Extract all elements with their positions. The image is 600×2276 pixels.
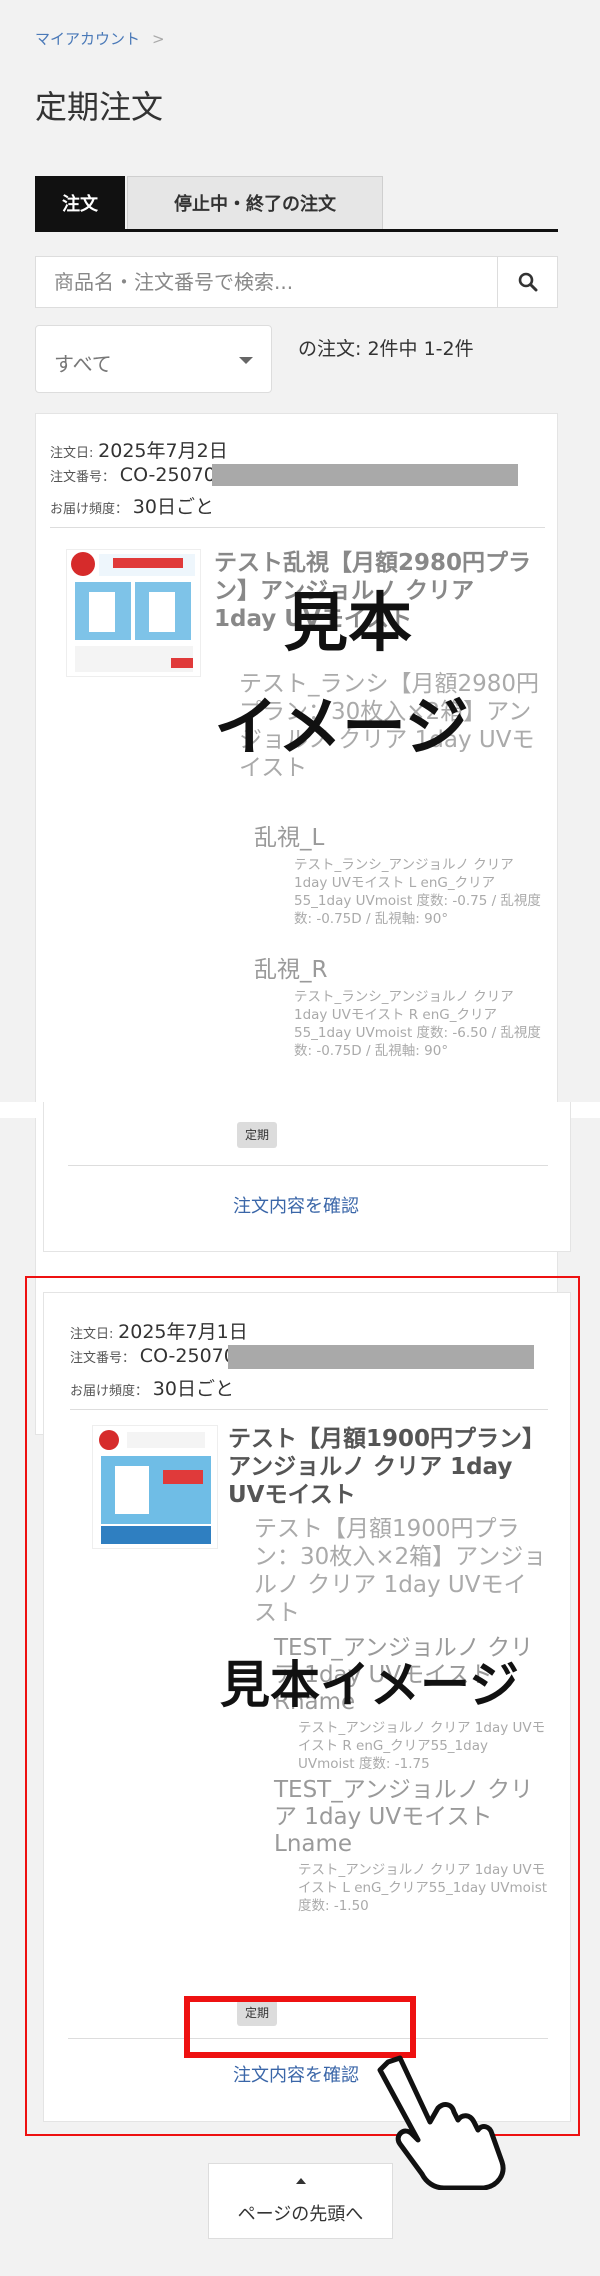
delivery-frequency-label: お届け頻度： <box>50 502 129 517</box>
search-button[interactable] <box>497 257 557 307</box>
option-detail: テスト_アンジョルノ クリア 1day UVモイスト R enG_クリア55_1… <box>298 1720 546 1772</box>
order-number: 注文番号： CO-25070 <box>50 464 216 486</box>
tab-stopped-ended-orders[interactable]: 停止中・終了の注文 <box>127 176 383 229</box>
option-detail: テスト_ランシ_アンジョルノ クリア 1day UVモイスト R enG_クリア… <box>294 989 541 1059</box>
option-name: 乱視_R <box>254 957 328 983</box>
product-name[interactable]: テスト【月額1900円プラン】アンジョルノ クリア 1day UVモイスト <box>228 1425 548 1509</box>
order-number-label: 注文番号： <box>70 1351 136 1366</box>
order-number-label: 注文番号： <box>50 470 116 485</box>
order-card-footer: 定期 注文内容を確認 <box>43 1102 571 1252</box>
product-image[interactable] <box>92 1425 218 1549</box>
subscription-badge: 定期 <box>237 1122 278 1148</box>
order-tabs: 注文 停止中・終了の注文 <box>35 176 558 232</box>
delivery-frequency-value: 30日ごと <box>152 1378 234 1400</box>
redaction-bar <box>228 1345 534 1369</box>
order-card: 注文日: 2025年7月1日 注文番号： CO-250701 お届け頻度： 30… <box>43 1292 571 2122</box>
divider <box>68 1165 548 1166</box>
order-filter-select[interactable]: すべて <box>35 325 272 393</box>
order-date: 注文日: 2025年7月2日 <box>50 436 228 463</box>
search-input[interactable] <box>36 257 498 307</box>
order-date-label: 注文日: <box>50 446 94 461</box>
back-to-top-label: ページの先頭へ <box>237 2204 364 2225</box>
order-date-value: 2025年7月2日 <box>98 440 228 462</box>
option-name: 乱視_L <box>254 825 325 851</box>
redaction-bar <box>212 464 518 486</box>
divider <box>50 527 545 528</box>
order-count: の注文: 2件中 1-2件 <box>298 338 474 360</box>
product-thumbnail-graphic <box>99 1430 211 1544</box>
view-order-details-link[interactable]: 注文内容を確認 <box>233 2061 359 2087</box>
view-order-details-link[interactable]: 注文内容を確認 <box>233 1192 359 1218</box>
product-plan: テスト【月額1900円プラン：30枚入×2箱】アンジョルノ クリア 1day U… <box>254 1516 547 1626</box>
order-date-value: 2025年7月1日 <box>118 1321 248 1343</box>
delivery-frequency: お届け頻度： 30日ごと <box>50 492 214 519</box>
sample-image-label: イメージ <box>214 691 469 765</box>
breadcrumb-my-account-link[interactable]: マイアカウント <box>35 30 140 48</box>
order-card: 注文日: 2025年7月2日 注文番号： CO-25070 お届け頻度： 30日… <box>35 413 558 1435</box>
sample-image-label: 見本イメージ <box>220 1656 519 1714</box>
option-detail: テスト_アンジョルノ クリア 1day UVモイスト L enG_クリア55_1… <box>298 1862 548 1914</box>
sample-image-label: 見本 <box>284 587 412 661</box>
search-icon <box>518 272 537 292</box>
order-number-value: CO-25070 <box>119 464 216 486</box>
product-thumbnail-graphic <box>71 552 195 672</box>
delivery-frequency-value: 30日ごと <box>132 496 214 518</box>
divider <box>68 2038 548 2039</box>
tab-orders[interactable]: 注文 <box>35 176 125 229</box>
order-date: 注文日: 2025年7月1日 <box>70 1317 248 1344</box>
delivery-frequency-label: お届け頻度： <box>70 1384 149 1399</box>
option-detail: テスト_ランシ_アンジョルノ クリア 1day UVモイスト L enG_クリア… <box>294 857 541 927</box>
delivery-frequency: お届け頻度： 30日ごと <box>70 1374 234 1401</box>
subscription-badge: 定期 <box>237 2000 278 2026</box>
divider <box>70 1409 548 1410</box>
chevron-up-icon <box>296 2178 306 2184</box>
search-bar <box>35 256 558 308</box>
order-filter-value: すべて <box>54 352 112 376</box>
breadcrumb: マイアカウント > <box>35 28 165 49</box>
product-image[interactable] <box>66 549 201 677</box>
order-number: 注文番号： CO-250701 <box>70 1345 248 1367</box>
order-date-label: 注文日: <box>70 1327 114 1342</box>
pointing-hand-icon <box>377 2055 506 2190</box>
breadcrumb-separator: > <box>152 30 165 48</box>
page-title: 定期注文 <box>35 88 164 126</box>
option-name: TEST_アンジョルノ クリア 1day UVモイスト Lname <box>274 1777 534 1857</box>
chevron-down-icon <box>239 357 253 364</box>
